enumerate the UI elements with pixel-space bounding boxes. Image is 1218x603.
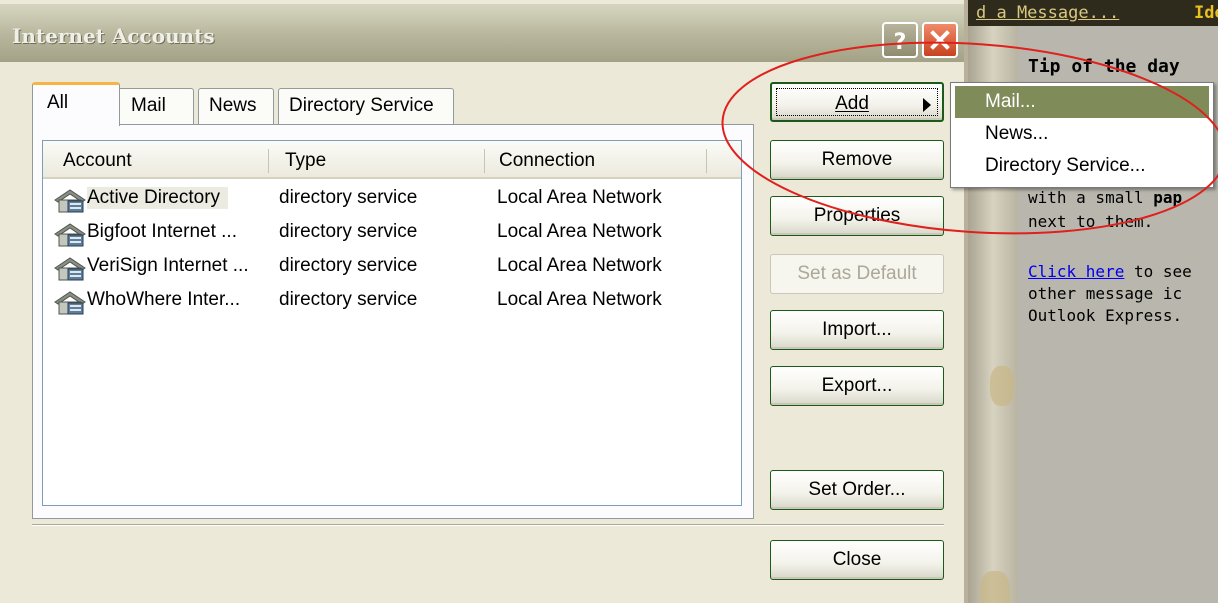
menu-item-news[interactable]: News... [951,118,1213,150]
import-button[interactable]: Import... [770,310,944,350]
tip-text-line: other message ic [1028,284,1183,303]
divider [32,524,944,526]
tip-text-line: next to them. [1028,212,1154,231]
menu-item-directory-service[interactable]: Directory Service... [951,150,1213,182]
accounts-list[interactable]: Account Type Connection Active Directory… [42,140,742,506]
title-bar[interactable]: Internet Accounts ? [0,4,964,62]
directory-service-icon [54,189,86,213]
close-button[interactable]: Close [770,540,944,580]
svg-text:?: ? [894,30,907,55]
directory-service-icon [54,257,86,281]
set-order-button[interactable]: Set Order... [770,470,944,510]
identities-link[interactable]: Ide [1194,3,1218,23]
column-header-type[interactable]: Type [269,141,485,179]
table-row[interactable]: VeriSign Internet ... directory service … [43,251,741,285]
menu-item-mail[interactable]: Mail... [955,86,1209,118]
tab-mail[interactable]: Mail [118,88,194,124]
export-button[interactable]: Export... [770,366,944,406]
account-type: directory service [279,221,418,242]
account-type: directory service [279,187,418,208]
close-icon [930,30,950,50]
tip-text-line: Outlook Express. [1028,306,1183,325]
account-connection: Local Area Network [497,187,662,208]
properties-button[interactable]: Properties [770,196,944,236]
background-toolbar: d a Message... Ide [968,0,1218,26]
question-icon: ? [894,30,907,55]
table-row[interactable]: Bigfoot Internet ... directory service L… [43,217,741,251]
account-connection: Local Area Network [497,289,662,310]
find-message-link[interactable]: d a Message... [976,3,1119,23]
account-name: Active Directory [87,187,229,209]
account-name: VeriSign Internet ... [87,255,249,276]
account-connection: Local Area Network [497,255,662,276]
account-name: Bigfoot Internet ... [87,221,237,242]
column-header-connection[interactable]: Connection [485,141,707,179]
table-row[interactable]: WhoWhere Inter... directory service Loca… [43,285,741,319]
tab-all[interactable]: All [32,82,120,126]
tab-directory-service[interactable]: Directory Service [278,88,454,124]
account-type: directory service [279,255,418,276]
add-submenu: Mail... News... Directory Service... [950,82,1214,188]
tab-news[interactable]: News [198,88,274,124]
close-window-button[interactable] [922,22,958,58]
directory-service-icon [54,291,86,315]
internet-accounts-dialog: Internet Accounts ? All Mail News Direct… [0,0,968,603]
dialog-title: Internet Accounts [12,24,215,48]
remove-button[interactable]: Remove [770,140,944,180]
submenu-arrow-icon [923,98,931,112]
tip-title: Tip of the day [1028,56,1180,77]
list-header: Account Type Connection [43,141,741,179]
add-button-label: Add [835,93,869,114]
set-as-default-button[interactable]: Set as Default [770,254,944,294]
click-here-link[interactable]: Click here [1028,262,1124,281]
account-type: directory service [279,289,418,310]
help-button[interactable]: ? [882,22,918,58]
column-header-account[interactable]: Account [43,141,269,179]
focus-rectangle: Add [776,88,938,116]
add-button[interactable]: Add [770,82,944,122]
tip-text-line: with a small pap [1028,188,1183,207]
account-name: WhoWhere Inter... [87,289,241,310]
tip-text-line: Click here to see [1028,262,1192,281]
directory-service-icon [54,223,86,247]
table-row[interactable]: Active Directory directory service Local… [43,183,741,217]
account-connection: Local Area Network [497,221,662,242]
